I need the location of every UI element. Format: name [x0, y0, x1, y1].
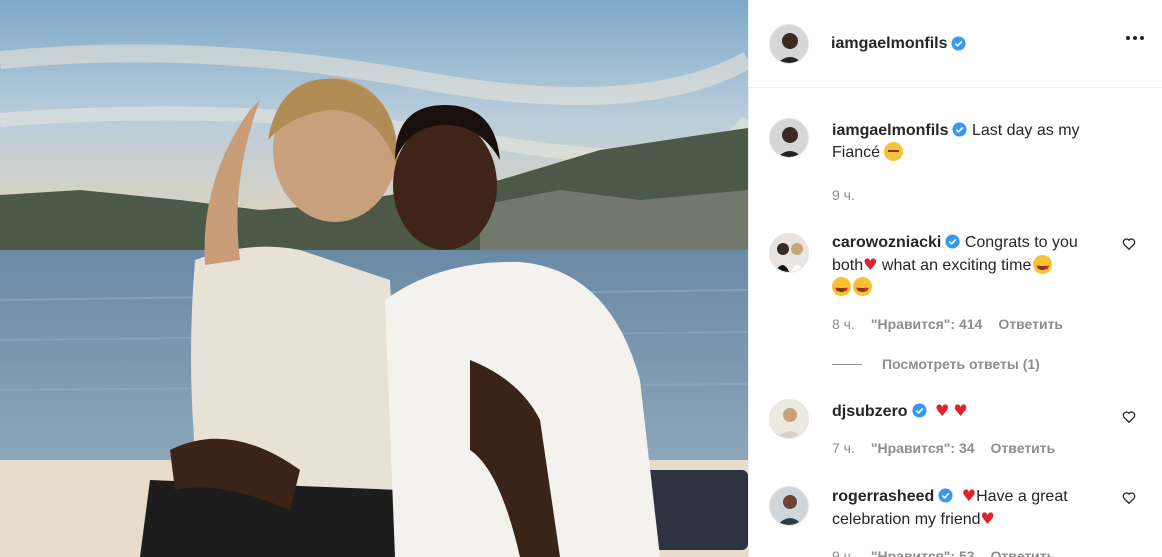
red-heart-icon: ♥	[961, 486, 977, 505]
comment-text: what an exciting time	[877, 257, 1032, 274]
caption: iamgaelmonfils Last day as my Fiancé 9 ч…	[769, 118, 1162, 206]
comment-item: rogerrasheed ♥Have a great celebration m…	[769, 486, 1162, 557]
heart-eyes-icon	[853, 277, 872, 301]
caption-avatar[interactable]	[769, 118, 809, 158]
post-header: iamgaelmonfils	[749, 0, 1162, 88]
red-heart-icon: ♥	[935, 401, 950, 420]
verified-badge-icon	[951, 36, 967, 51]
commenter-avatar[interactable]	[769, 486, 809, 526]
comment-time[interactable]: 7 ч.	[832, 437, 855, 459]
verified-badge-icon	[945, 234, 960, 249]
verified-badge-icon	[938, 488, 953, 503]
post-photo[interactable]	[0, 0, 748, 557]
reply-button[interactable]: Ответить	[991, 437, 1056, 459]
like-heart-icon[interactable]	[1122, 237, 1136, 251]
verified-badge-icon	[952, 122, 968, 137]
author-username[interactable]: iamgaelmonfils	[831, 35, 947, 53]
comment-time[interactable]: 9 ч.	[832, 545, 855, 557]
like-heart-icon[interactable]	[1122, 491, 1136, 505]
reply-button[interactable]: Ответить	[991, 545, 1056, 557]
view-replies-label: Посмотреть ответы (1)	[882, 356, 1040, 372]
comment-likes[interactable]: "Нравится": 53	[871, 545, 975, 557]
commenter-username[interactable]: djsubzero	[832, 403, 908, 420]
comment-time[interactable]: 8 ч.	[832, 313, 855, 335]
red-heart-icon: ♥	[863, 255, 878, 274]
commenter-avatar[interactable]	[769, 233, 809, 273]
more-options-icon[interactable]	[1126, 36, 1144, 40]
heart-eyes-icon	[832, 277, 851, 301]
view-replies-button[interactable]: Посмотреть ответы (1)	[832, 356, 1162, 372]
red-heart-icon: ♥	[980, 509, 995, 528]
heart-eyes-icon	[1033, 255, 1053, 279]
divider-line	[832, 363, 862, 365]
comment-likes[interactable]: "Нравится": 414	[871, 313, 982, 335]
caption-time[interactable]: 9 ч.	[832, 184, 855, 206]
reply-button[interactable]: Ответить	[998, 313, 1063, 335]
like-heart-icon[interactable]	[1122, 410, 1136, 424]
caption-username[interactable]: iamgaelmonfils	[832, 122, 948, 139]
shushing-face-icon	[884, 142, 904, 161]
comments-list: iamgaelmonfils Last day as my Fiancé 9 ч…	[749, 118, 1162, 557]
comment-item: djsubzero ♥ ♥ 7 ч. "Нравится": 34 Ответит…	[769, 399, 1162, 459]
commenter-avatar[interactable]	[769, 399, 809, 439]
commenter-username[interactable]: carowozniacki	[832, 234, 941, 251]
verified-badge-icon	[912, 403, 927, 418]
commenter-username[interactable]: rogerrasheed	[832, 488, 934, 505]
post-image	[0, 0, 748, 557]
author-avatar[interactable]	[769, 23, 809, 64]
red-heart-icon: ♥	[953, 401, 968, 420]
comment-item: carowozniacki Congrats to you both♥ what…	[769, 233, 1162, 335]
post-sidebar: iamgaelmonfils iamgaelmonfils Last day a…	[748, 0, 1162, 557]
comment-likes[interactable]: "Нравится": 34	[871, 437, 975, 459]
